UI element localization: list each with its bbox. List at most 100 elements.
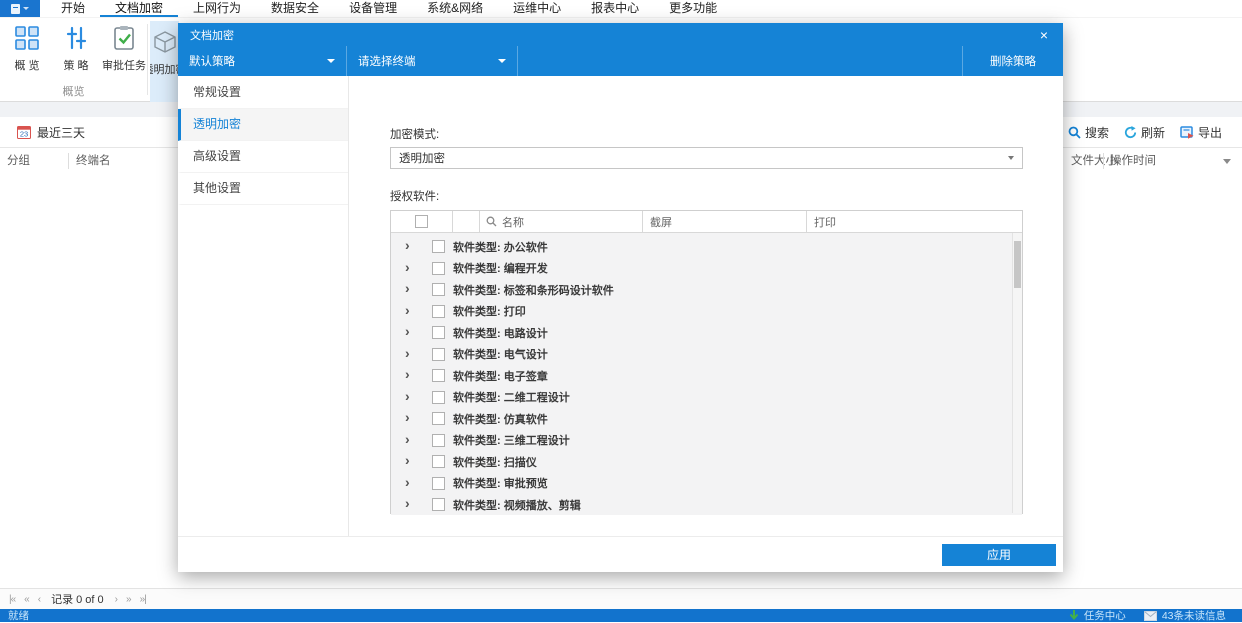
menu-tab[interactable]: 设备管理	[334, 0, 412, 17]
software-category-row[interactable]: 软件类型: 电气设计	[391, 344, 1022, 366]
expand-chevron-icon[interactable]	[405, 240, 415, 253]
screenshot-column-header[interactable]: 截屏	[643, 211, 807, 232]
dialog-nav-item[interactable]: 高级设置	[178, 141, 348, 173]
expand-chevron-icon[interactable]	[405, 283, 415, 296]
dialog-nav-item[interactable]: 透明加密	[178, 109, 348, 141]
chevron-down-icon	[498, 59, 506, 63]
prev-page-button[interactable]: ‹	[38, 594, 42, 605]
row-checkbox[interactable]	[432, 455, 445, 469]
software-category-row[interactable]: 软件类型: 扫描仪	[391, 451, 1022, 473]
unread-messages-button[interactable]: 43条未读信息	[1143, 608, 1226, 623]
ribbon-button-policy[interactable]: 策 略	[53, 25, 99, 73]
row-checkbox[interactable]	[432, 261, 445, 275]
row-checkbox[interactable]	[432, 326, 445, 340]
menu-tab[interactable]: 开始	[46, 0, 100, 17]
column-divider[interactable]	[68, 153, 69, 169]
expand-chevron-icon[interactable]	[405, 305, 415, 318]
row-checkbox[interactable]	[432, 476, 445, 490]
delete-policy-button[interactable]: 删除策略	[962, 46, 1063, 76]
ribbon-button-approval-tasks[interactable]: 审批任务	[99, 25, 149, 73]
column-header-group[interactable]: 分组	[7, 148, 30, 174]
first-page-button[interactable]: |«	[9, 594, 16, 605]
table-scrollbar[interactable]	[1012, 233, 1022, 513]
row-checkbox[interactable]	[432, 240, 445, 254]
expand-chevron-icon[interactable]	[405, 262, 415, 275]
ribbon-group-label: 概览	[62, 86, 85, 98]
next-page-button[interactable]: ›	[115, 594, 119, 605]
expand-chevron-icon[interactable]	[405, 391, 415, 404]
ribbon-button-transparent-encryption[interactable]: 透明加密	[150, 21, 179, 106]
select-all-checkbox[interactable]	[415, 215, 428, 228]
search-action-button[interactable]: 搜索	[1068, 124, 1109, 141]
clipboard-check-icon	[112, 25, 136, 51]
software-category-row[interactable]: 软件类型: 仿真软件	[391, 408, 1022, 430]
expand-chevron-icon[interactable]	[405, 326, 415, 339]
row-checkbox[interactable]	[432, 498, 445, 512]
expand-chevron-icon[interactable]	[405, 369, 415, 382]
policy-dropdown[interactable]: 默认策略	[178, 46, 347, 76]
export-action-button[interactable]: 导出	[1180, 124, 1222, 141]
chevron-down-icon[interactable]	[1223, 159, 1231, 164]
column-header-terminal[interactable]: 终端名	[76, 148, 111, 174]
dialog-title: 文档加密	[190, 29, 234, 42]
software-category-row[interactable]: 软件类型: 电路设计	[391, 322, 1022, 344]
apply-button[interactable]: 应用	[942, 543, 1056, 566]
software-category-row[interactable]: 软件类型: 电子签章	[391, 365, 1022, 387]
menu-tab[interactable]: 数据安全	[256, 0, 334, 17]
close-icon[interactable]: ×	[1037, 28, 1051, 42]
encryption-mode-select[interactable]: 透明加密	[390, 147, 1023, 169]
dialog-nav-item[interactable]: 其他设置	[178, 173, 348, 205]
expand-chevron-icon[interactable]	[405, 455, 415, 468]
row-checkbox[interactable]	[432, 304, 445, 318]
ribbon-button-label: 概 览	[14, 60, 40, 72]
row-checkbox[interactable]	[432, 412, 445, 426]
app-menu-button[interactable]	[0, 0, 40, 17]
ribbon-group-divider	[147, 24, 148, 95]
pagination-bar: |« « ‹ 记录 0 of 0 › » »|	[0, 588, 1242, 609]
column-header-time[interactable]: 操作时间	[1110, 148, 1156, 174]
fast-next-button[interactable]: »	[126, 594, 131, 605]
ribbon-button-overview[interactable]: 概 览	[4, 25, 50, 73]
row-checkbox[interactable]	[432, 390, 445, 404]
scrollbar-thumb[interactable]	[1014, 241, 1021, 288]
menu-tab[interactable]: 文档加密	[100, 0, 178, 17]
software-category-row[interactable]: 软件类型: 三维工程设计	[391, 430, 1022, 452]
row-checkbox[interactable]	[432, 433, 445, 447]
software-category-row[interactable]: 软件类型: 视频播放、剪辑	[391, 494, 1022, 515]
print-column-header[interactable]: 打印	[807, 211, 1022, 232]
menu-tab[interactable]: 报表中心	[576, 0, 654, 17]
expand-chevron-icon[interactable]	[405, 434, 415, 447]
task-center-button[interactable]: 任务中心	[1069, 608, 1126, 623]
software-category-row[interactable]: 软件类型: 审批预览	[391, 473, 1022, 495]
search-icon	[486, 216, 497, 227]
menu-tab[interactable]: 更多功能	[654, 0, 732, 17]
software-table-body: 软件类型: 办公软件 软件类型: 编程开发 软件类型: 标签和条形码设计软件	[391, 233, 1022, 515]
fast-prev-button[interactable]: «	[24, 594, 29, 605]
menu-tab[interactable]: 运维中心	[498, 0, 576, 17]
expand-chevron-icon[interactable]	[405, 348, 415, 361]
menu-tab[interactable]: 系统&网络	[412, 0, 498, 17]
expand-chevron-icon[interactable]	[405, 477, 415, 490]
expander-column-header	[453, 211, 480, 232]
last-page-button[interactable]: »|	[140, 594, 147, 605]
expand-chevron-icon[interactable]	[405, 412, 415, 425]
menu-tab[interactable]: 上网行为	[178, 0, 256, 17]
row-checkbox[interactable]	[432, 347, 445, 361]
name-column-header[interactable]: 名称	[480, 211, 643, 232]
column-divider[interactable]	[1103, 153, 1104, 169]
software-category-row[interactable]: 软件类型: 标签和条形码设计软件	[391, 279, 1022, 301]
date-range-filter[interactable]: 23 最近三天	[17, 124, 85, 141]
expand-chevron-icon[interactable]	[405, 498, 415, 511]
refresh-action-button[interactable]: 刷新	[1124, 124, 1165, 141]
dialog-nav-item[interactable]: 常规设置	[178, 77, 348, 109]
software-category-row[interactable]: 软件类型: 打印	[391, 301, 1022, 323]
terminal-dropdown[interactable]: 请选择终端	[347, 46, 518, 76]
software-category-row[interactable]: 软件类型: 二维工程设计	[391, 387, 1022, 409]
refresh-icon	[1124, 125, 1137, 139]
envelope-icon	[1143, 610, 1157, 621]
row-checkbox[interactable]	[432, 283, 445, 297]
row-checkbox[interactable]	[432, 369, 445, 383]
software-category-row[interactable]: 软件类型: 办公软件	[391, 236, 1022, 258]
software-category-row[interactable]: 软件类型: 编程开发	[391, 258, 1022, 280]
search-icon	[1068, 126, 1081, 139]
